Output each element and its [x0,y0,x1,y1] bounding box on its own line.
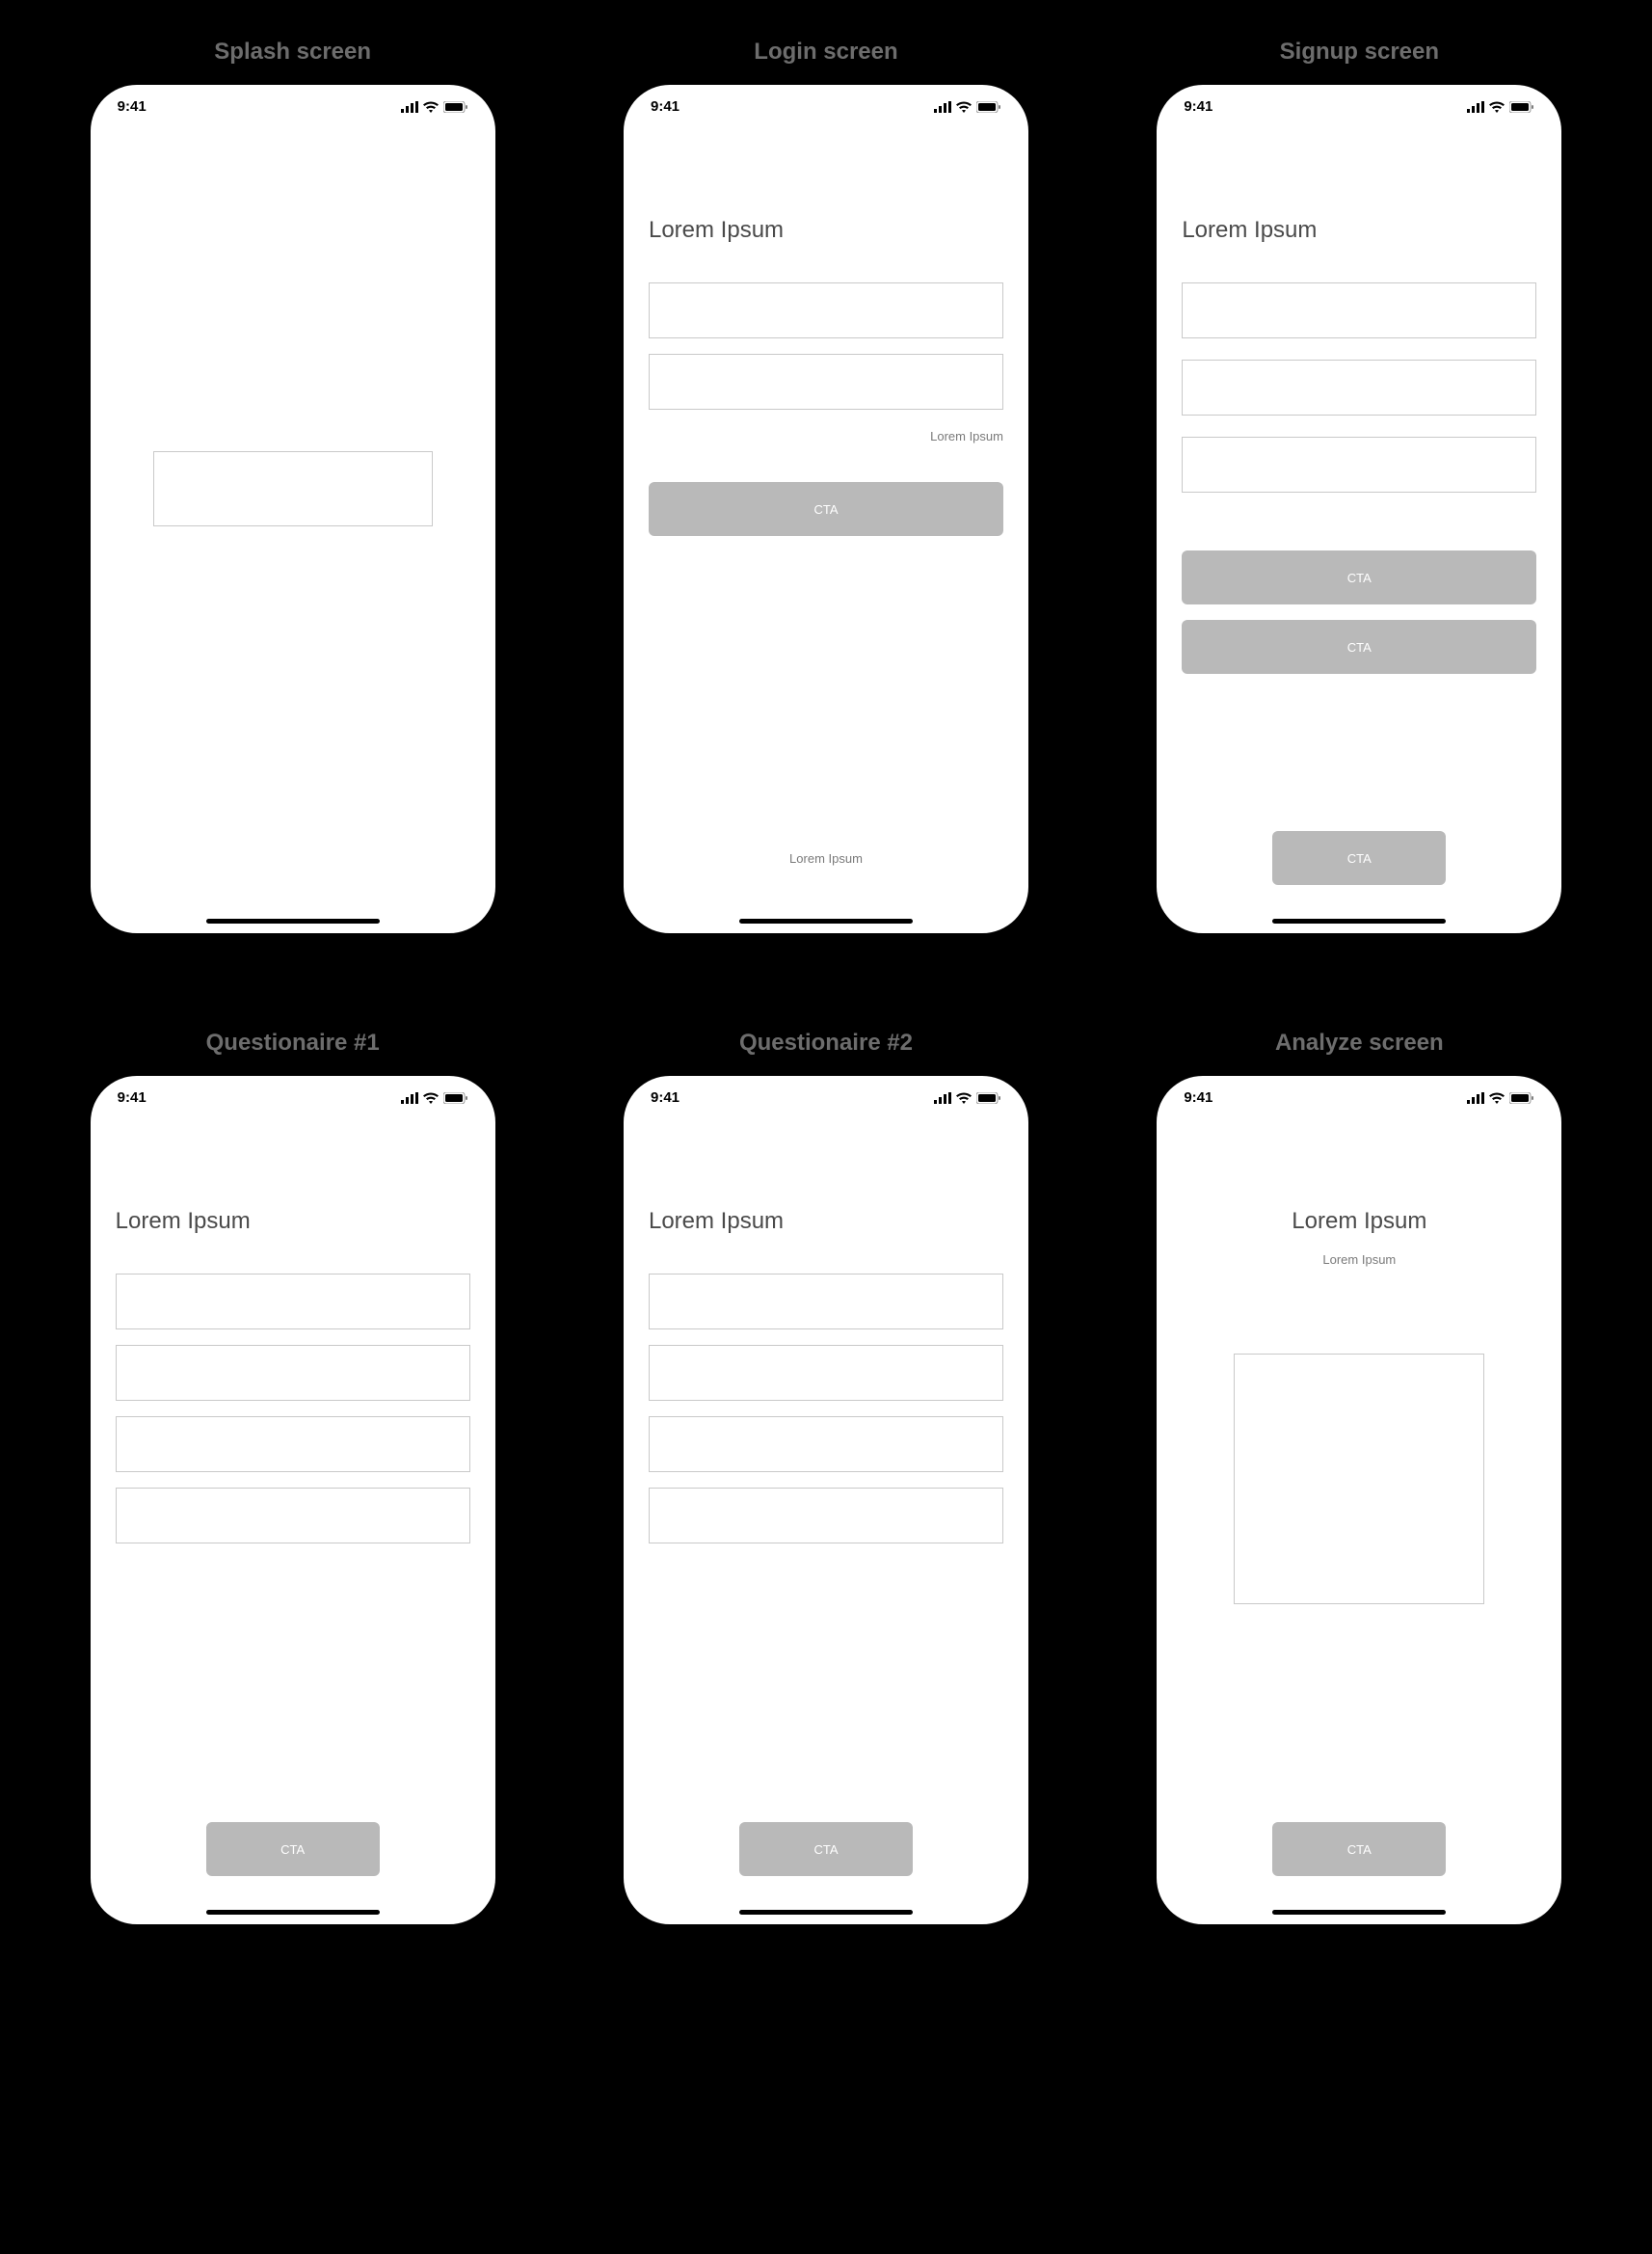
cta-label: CTA [1347,1842,1372,1857]
battery-icon [976,101,1001,113]
q1-option-1[interactable] [116,1274,470,1329]
status-bar: 9:41 [91,1076,495,1112]
phone-analyze: 9:41 Lorem Ipsum Lorem Ipsum CTA [1157,1076,1561,1924]
signup-input-1[interactable] [1182,282,1536,338]
battery-icon [443,1092,468,1104]
home-indicator [739,1910,913,1915]
login-cta[interactable]: CTA [649,482,1003,536]
cta-label: CTA [1347,571,1372,585]
status-bar: 9:41 [624,1076,1028,1112]
q2-option-4[interactable] [649,1488,1003,1543]
q2-cta[interactable]: CTA [739,1822,913,1876]
status-time: 9:41 [118,1089,147,1106]
status-icons [934,101,1001,113]
signup-heading: Lorem Ipsum [1182,217,1536,244]
login-input-2[interactable] [649,354,1003,410]
phone-signup: 9:41 Lorem Ipsum CTA [1157,85,1561,933]
cellular-icon [934,101,951,113]
cta-label: CTA [813,502,838,517]
frame-q2: Questionaire #2 9:41 Lorem Ipsum [588,1030,1063,1924]
analyze-cta[interactable]: CTA [1272,1822,1446,1876]
phone-login: 9:41 Lorem Ipsum Lorem Ipsum CTA Lorem I… [624,85,1028,933]
q2-option-3[interactable] [649,1416,1003,1472]
phone-q1: 9:41 Lorem Ipsum CTA [91,1076,495,1924]
frame-title: Questionaire #2 [739,1030,913,1057]
q1-option-3[interactable] [116,1416,470,1472]
wifi-icon [1489,1092,1505,1104]
forgot-link[interactable]: Lorem Ipsum [649,429,1003,443]
signup-input-3[interactable] [1182,437,1536,493]
cellular-icon [1467,1092,1484,1104]
home-indicator [1272,1910,1446,1915]
frame-title: Splash screen [214,39,371,66]
status-icons [1467,1092,1534,1104]
cta-label: CTA [280,1842,305,1857]
status-icons [934,1092,1001,1104]
battery-icon [1509,1092,1534,1104]
phone-splash: 9:41 [91,85,495,933]
signup-cta-1[interactable]: CTA [1182,550,1536,604]
splash-placeholder [153,451,433,526]
frame-title: Questionaire #1 [206,1030,380,1057]
home-indicator [206,919,380,924]
frame-login: Login screen 9:41 Lorem Ipsum Lorem Ipsu… [588,39,1063,933]
cta-label: CTA [813,1842,838,1857]
wifi-icon [423,1092,439,1104]
q1-heading: Lorem Ipsum [116,1208,470,1235]
battery-icon [443,101,468,113]
cellular-icon [401,1092,418,1104]
cellular-icon [401,101,418,113]
status-icons [1467,101,1534,113]
login-heading: Lorem Ipsum [649,217,1003,244]
status-time: 9:41 [651,98,679,115]
frame-analyze: Analyze screen 9:41 Lorem Ipsum Lorem Ip… [1122,1030,1597,1924]
wifi-icon [956,101,972,113]
q1-cta[interactable]: CTA [206,1822,380,1876]
analyze-subtext: Lorem Ipsum [1182,1252,1536,1267]
frame-splash: Splash screen 9:41 [55,39,530,933]
signup-input-2[interactable] [1182,360,1536,416]
home-indicator [1272,919,1446,924]
wifi-icon [1489,101,1505,113]
q2-option-1[interactable] [649,1274,1003,1329]
battery-icon [976,1092,1001,1104]
status-icons [401,1092,468,1104]
wifi-icon [956,1092,972,1104]
frame-q1: Questionaire #1 9:41 Lorem Ipsum [55,1030,530,1924]
status-bar: 9:41 [1157,1076,1561,1112]
signup-cta-small[interactable]: CTA [1272,831,1446,885]
status-time: 9:41 [651,1089,679,1106]
cellular-icon [934,1092,951,1104]
q1-option-2[interactable] [116,1345,470,1401]
wifi-icon [423,101,439,113]
analyze-image-placeholder [1234,1354,1484,1604]
phone-q2: 9:41 Lorem Ipsum CTA [624,1076,1028,1924]
signup-cta-2[interactable]: CTA [1182,620,1536,674]
status-icons [401,101,468,113]
cellular-icon [1467,101,1484,113]
status-time: 9:41 [1184,1089,1212,1106]
login-input-1[interactable] [649,282,1003,338]
home-indicator [206,1910,380,1915]
q2-heading: Lorem Ipsum [649,1208,1003,1235]
status-time: 9:41 [1184,98,1212,115]
frame-signup: Signup screen 9:41 Lorem Ipsum [1122,39,1597,933]
frame-title: Analyze screen [1275,1030,1444,1057]
cta-label: CTA [1347,851,1372,866]
q1-option-4[interactable] [116,1488,470,1543]
frame-title: Login screen [754,39,897,66]
analyze-heading: Lorem Ipsum [1182,1208,1536,1235]
status-time: 9:41 [118,98,147,115]
q2-option-2[interactable] [649,1345,1003,1401]
status-bar: 9:41 [91,85,495,121]
frame-title: Signup screen [1280,39,1439,66]
cta-label: CTA [1347,640,1372,655]
battery-icon [1509,101,1534,113]
status-bar: 9:41 [1157,85,1561,121]
status-bar: 9:41 [624,85,1028,121]
home-indicator [739,919,913,924]
login-footer-link[interactable]: Lorem Ipsum [624,851,1028,866]
